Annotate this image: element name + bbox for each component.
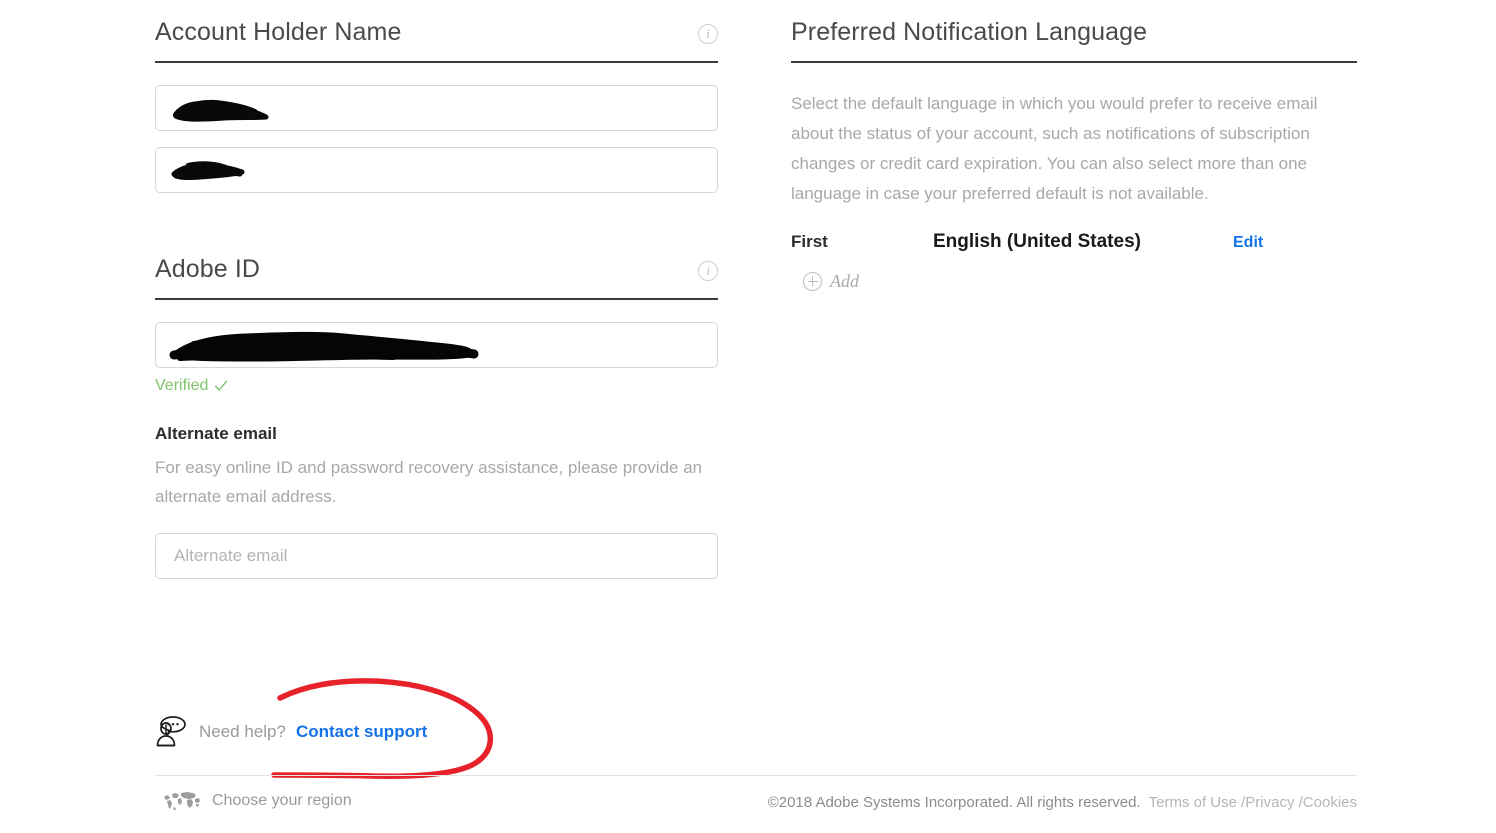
alternate-email-placeholder: Alternate email: [174, 545, 288, 565]
copyright-text: ©2018 Adobe Systems Incorporated. All ri…: [767, 794, 1141, 811]
need-help-label: Need help?: [199, 722, 286, 741]
plus-circle-icon: [803, 271, 822, 291]
alternate-email-input[interactable]: Alternate email: [155, 532, 718, 579]
support-person-icon: [156, 716, 186, 747]
redaction-scribble: [172, 99, 269, 122]
alternate-email-title: Alternate email: [155, 423, 277, 443]
left-column: Account Holder Name i Adobe ID i Verifie…: [155, 0, 718, 579]
first-name-input[interactable]: [155, 84, 718, 131]
info-icon[interactable]: i: [698, 24, 718, 44]
legal-links[interactable]: Terms of Use /Privacy /Cookies: [1149, 794, 1357, 811]
language-row: First English (United States) Edit: [791, 231, 1357, 253]
choose-region-label: Choose your region: [212, 792, 352, 809]
contact-support-link[interactable]: Contact support: [296, 722, 427, 742]
redaction-scribble: [169, 331, 479, 361]
right-column: Preferred Notification Language Select t…: [791, 0, 1357, 292]
checkmark-icon: [215, 380, 228, 391]
account-holder-name-heading: Account Holder Name: [155, 18, 402, 46]
account-holder-name-section-header: Account Holder Name i: [155, 0, 718, 63]
account-settings-page: Account Holder Name i Adobe ID i Verifie…: [0, 0, 1496, 833]
adobe-id-heading: Adobe ID: [155, 254, 261, 283]
language-value: English (United States): [933, 230, 1141, 252]
footer-divider: [155, 775, 1357, 776]
info-icon[interactable]: i: [698, 260, 718, 281]
add-language-label: Add: [830, 270, 859, 291]
language-edit-link[interactable]: Edit: [1233, 234, 1263, 252]
adobe-id-verified-status: Verified: [155, 377, 718, 395]
verified-label: Verified: [155, 376, 209, 394]
add-language-button[interactable]: Add: [803, 271, 1357, 292]
adobe-id-section-header: Adobe ID i: [155, 237, 718, 300]
notification-language-description: Select the default language in which you…: [791, 93, 1318, 203]
need-help-row: Need help? Contact support: [155, 714, 427, 750]
choose-region-button[interactable]: Choose your region: [162, 790, 352, 812]
adobe-id-input[interactable]: [155, 321, 718, 368]
world-map-icon: [164, 792, 200, 810]
redaction-scribble: [171, 161, 245, 180]
notification-language-heading: Preferred Notification Language: [791, 18, 1148, 46]
language-rank-label: First: [791, 231, 828, 251]
notification-language-section-header: Preferred Notification Language: [791, 0, 1357, 63]
alternate-email-description: For easy online ID and password recovery…: [155, 457, 703, 506]
last-name-input[interactable]: [155, 146, 718, 193]
footer-legal: ©2018 Adobe Systems Incorporated. All ri…: [768, 794, 1357, 811]
